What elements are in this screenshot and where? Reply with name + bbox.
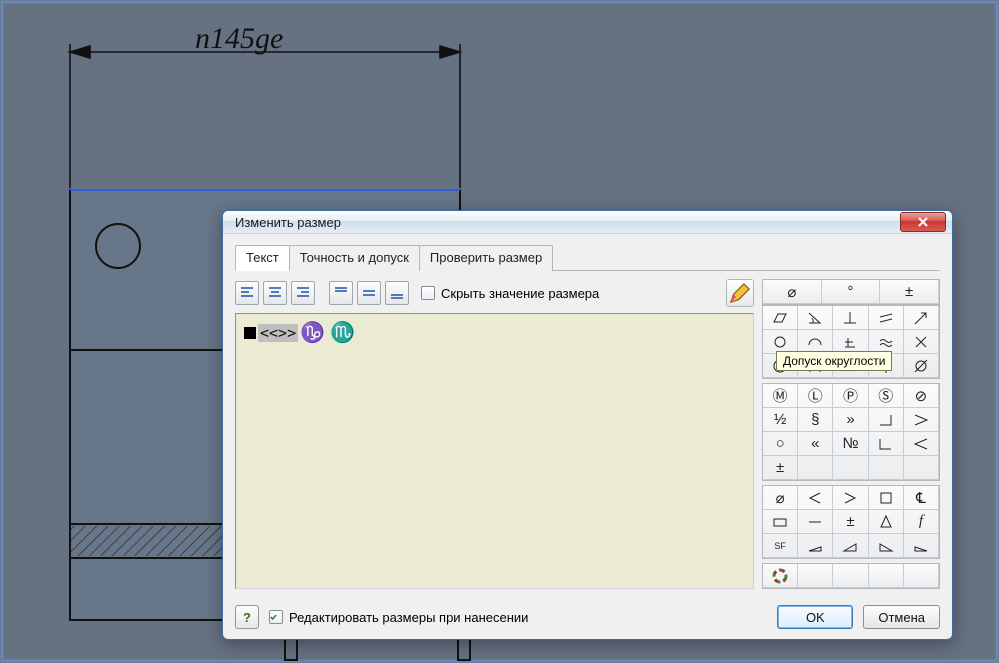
- appended-symbols: ♑ ♏: [300, 320, 355, 345]
- sym-last-blank2: [833, 564, 868, 588]
- sym-diameter[interactable]: ⌀: [763, 280, 822, 304]
- sym-sf-box[interactable]: SF: [763, 534, 798, 558]
- dimension-text: n145ge: [195, 22, 283, 56]
- sym-slash-o[interactable]: [904, 354, 939, 378]
- modify-dimension-dialog: Изменить размер Текст Точность и допуск …: [222, 210, 953, 640]
- valign-middle-button[interactable]: [357, 281, 381, 305]
- align-left-button[interactable]: [235, 281, 259, 305]
- sym-slope4[interactable]: [904, 534, 939, 558]
- sym-slope2[interactable]: [833, 534, 868, 558]
- cancel-button[interactable]: Отмена: [863, 605, 940, 629]
- dimension-placeholder-token: <<>>: [258, 324, 298, 342]
- sym-degree[interactable]: °: [822, 280, 881, 304]
- sym-parallelogram[interactable]: [763, 306, 798, 330]
- sym-perp-notequal[interactable]: [833, 330, 868, 354]
- align-right-button[interactable]: [291, 281, 315, 305]
- dialog-titlebar[interactable]: Изменить размер: [223, 211, 952, 234]
- palette-group-geom: [762, 305, 940, 379]
- sym-cone[interactable]: [869, 510, 904, 534]
- tab-check-dimension[interactable]: Проверить размер: [419, 245, 553, 271]
- palette-group-finish: ⌀ ℄ ± f SF: [762, 485, 940, 559]
- sym-color-wheel[interactable]: [763, 564, 798, 588]
- sym-equal-slant[interactable]: [869, 306, 904, 330]
- sym-line[interactable]: [798, 510, 833, 534]
- sym-angle[interactable]: [798, 306, 833, 330]
- sym-circle[interactable]: [763, 330, 798, 354]
- sym-tri-open2[interactable]: [904, 432, 939, 456]
- sym-slope1[interactable]: [798, 534, 833, 558]
- palette-group-basic: ⌀ ° ±: [762, 279, 940, 305]
- edit-on-place-checkbox[interactable]: [269, 610, 283, 624]
- sym-circled-p[interactable]: Ⓟ: [833, 384, 868, 408]
- edit-text-button[interactable]: [726, 279, 754, 307]
- sym-half-arc[interactable]: [798, 330, 833, 354]
- sym-half[interactable]: ½: [763, 408, 798, 432]
- sym-last-blank4: [904, 564, 939, 588]
- text-toolbar: Скрыть значение размера: [235, 279, 754, 307]
- tab-bar: Текст Точность и допуск Проверить размер: [235, 244, 940, 271]
- sym-pm-small[interactable]: ±: [763, 456, 798, 480]
- sym-flag-right[interactable]: [833, 486, 868, 510]
- symbol-palette: ⌀ ° ±: [762, 279, 940, 589]
- sym-blank4: [904, 456, 939, 480]
- sym-blank2: [833, 456, 868, 480]
- valign-bottom-button[interactable]: [385, 281, 409, 305]
- palette-group-gdt: Ⓜ Ⓛ Ⓟ Ⓢ ⊘ ½ § » ○ « № ±: [762, 383, 940, 481]
- square-symbol-icon: [244, 327, 256, 339]
- sym-tri-open[interactable]: [904, 408, 939, 432]
- sym-blank1: [798, 456, 833, 480]
- align-center-button[interactable]: [263, 281, 287, 305]
- sym-centerline[interactable]: ℄: [904, 486, 939, 510]
- palette-group-last: [762, 563, 940, 589]
- sym-concentric[interactable]: [763, 354, 798, 378]
- help-icon: ?: [243, 610, 251, 625]
- sym-dbl-lt[interactable]: «: [798, 432, 833, 456]
- sym-slope3[interactable]: [869, 534, 904, 558]
- sym-section[interactable]: §: [798, 408, 833, 432]
- sym-plus-minus[interactable]: ±: [880, 280, 939, 304]
- sym-slash-circle2[interactable]: ⌀: [763, 486, 798, 510]
- color-wheel-icon: [771, 567, 789, 585]
- sym-square[interactable]: [869, 486, 904, 510]
- sym-pm2[interactable]: ±: [833, 510, 868, 534]
- sym-balloon[interactable]: [869, 354, 904, 378]
- sym-perpendicular[interactable]: [833, 306, 868, 330]
- sym-angle-open[interactable]: [869, 408, 904, 432]
- sym-circled-s[interactable]: Ⓢ: [869, 384, 904, 408]
- ok-button[interactable]: OK: [777, 605, 853, 629]
- sym-arrow-ne[interactable]: [904, 306, 939, 330]
- sym-blank3: [869, 456, 904, 480]
- sym-f-script[interactable]: f: [904, 510, 939, 534]
- tab-text[interactable]: Текст: [235, 245, 290, 271]
- dimension-text-area[interactable]: <<>> ♑ ♏: [235, 313, 754, 589]
- sym-box-outline[interactable]: [763, 510, 798, 534]
- sym-angle-open2[interactable]: [869, 432, 904, 456]
- hide-dimension-checkbox[interactable]: [421, 286, 435, 300]
- sym-flag-left[interactable]: [798, 486, 833, 510]
- sym-arc-bracket[interactable]: [798, 354, 833, 378]
- sym-circle-small[interactable]: ○: [763, 432, 798, 456]
- dialog-title: Изменить размер: [235, 215, 900, 230]
- sym-dbl-angle[interactable]: »: [833, 408, 868, 432]
- pencil-icon: [727, 280, 753, 306]
- sym-last-blank1: [798, 564, 833, 588]
- sym-x[interactable]: [904, 330, 939, 354]
- valign-top-button[interactable]: [329, 281, 353, 305]
- sym-approx[interactable]: [869, 330, 904, 354]
- tab-precision-tolerance[interactable]: Точность и допуск: [289, 245, 420, 271]
- sym-numero[interactable]: №: [833, 432, 868, 456]
- dialog-footer: ? Редактировать размеры при нанесении OK…: [223, 597, 952, 639]
- sym-circled-l[interactable]: Ⓛ: [798, 384, 833, 408]
- sym-circled-m[interactable]: Ⓜ: [763, 384, 798, 408]
- sym-arc2[interactable]: [833, 354, 868, 378]
- help-button[interactable]: ?: [235, 605, 259, 629]
- sym-circled-slash[interactable]: ⊘: [904, 384, 939, 408]
- close-button[interactable]: [900, 212, 946, 232]
- checkmark-icon: [270, 612, 277, 622]
- edit-on-place-label: Редактировать размеры при нанесении: [289, 610, 528, 625]
- sym-last-blank3: [869, 564, 904, 588]
- hide-dimension-label: Скрыть значение размера: [441, 286, 599, 301]
